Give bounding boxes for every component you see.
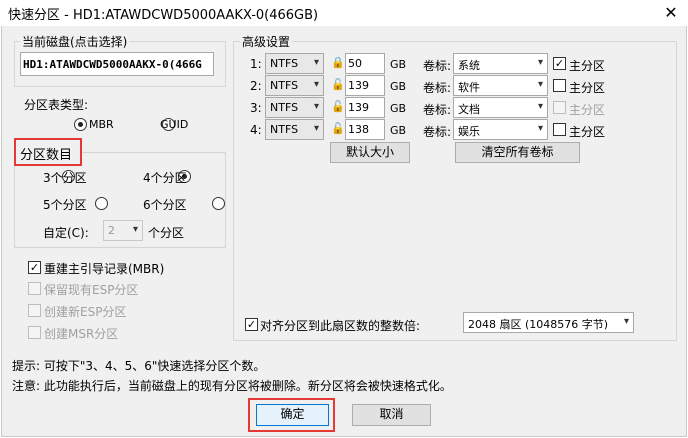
chevron-down-icon: ▾ xyxy=(537,57,543,68)
cancel-button[interactable]: 取消 xyxy=(352,404,431,426)
row-4-unit: GB xyxy=(390,124,407,137)
chevron-down-icon: ▾ xyxy=(537,79,543,90)
chevron-down-icon: ▾ xyxy=(537,123,543,134)
row-1-label-value: 系统 xyxy=(458,59,480,72)
chevron-down-icon: ▾ xyxy=(623,316,629,327)
row-1-label-select[interactable]: 系统 ▾ xyxy=(453,53,548,74)
row-1-vol-label: 卷标: xyxy=(423,59,452,73)
row-4-label-value: 娱乐 xyxy=(458,125,480,138)
rebuild-mbr-checkbox[interactable]: ✓ xyxy=(28,261,41,274)
custom-count-value: 2 xyxy=(108,224,115,237)
create-msr-checkbox[interactable] xyxy=(28,326,41,339)
warning-text: 注意: 此功能执行后，当前磁盘上的现有分区将被删除。新分区将会被快速格式化。 xyxy=(12,379,452,393)
guid-label[interactable]: GUID xyxy=(160,118,188,131)
lock-open-icon[interactable]: 🔓 xyxy=(331,122,345,135)
create-esp-checkbox[interactable] xyxy=(28,304,41,317)
align-label[interactable]: 对齐分区到此扇区数的整数倍: xyxy=(260,317,420,334)
align-select[interactable]: 2048 扇区 (1048576 字节) ▾ xyxy=(463,312,634,333)
row-3-label-select[interactable]: 文档 ▾ xyxy=(453,97,548,118)
row-4-fs-value: NTFS xyxy=(270,123,299,136)
row-3-size-input[interactable]: 139 xyxy=(345,97,385,118)
row-2-label-select[interactable]: 软件 ▾ xyxy=(453,75,548,96)
row-1-fs-select[interactable]: NTFS ▾ xyxy=(265,53,324,74)
row-2-primary-label[interactable]: 主分区 xyxy=(569,79,605,96)
row-2-vol-label: 卷标: xyxy=(423,81,452,95)
label-4-partitions[interactable]: 4个分区 xyxy=(143,169,187,186)
chevron-down-icon: ▾ xyxy=(313,57,319,68)
current-disk-selector[interactable]: HD1:ATAWDCWD5000AAKX-0(466G xyxy=(20,52,214,76)
chevron-down-icon: ▾ xyxy=(313,101,319,112)
mbr-radio[interactable] xyxy=(74,118,87,131)
row-4-index: 4: xyxy=(250,123,262,137)
row-2-label-value: 软件 xyxy=(458,81,480,94)
mbr-label[interactable]: MBR xyxy=(89,118,114,131)
default-size-button[interactable]: 默认大小 xyxy=(330,142,410,163)
lock-open-icon[interactable]: 🔓 xyxy=(331,100,345,113)
custom-count-suffix: 个分区 xyxy=(148,226,185,240)
chevron-down-icon: ▾ xyxy=(132,224,138,235)
chevron-down-icon: ▾ xyxy=(313,123,319,134)
lock-open-icon[interactable]: 🔓 xyxy=(331,78,345,91)
custom-count-select[interactable]: 2 ▾ xyxy=(103,220,143,241)
row-3-index: 3: xyxy=(250,101,262,115)
current-disk-legend: 当前磁盘(点击选择) xyxy=(20,33,130,50)
row-3-primary-checkbox[interactable] xyxy=(553,101,566,114)
row-1-unit: GB xyxy=(390,58,407,71)
row-1-size-input[interactable]: 50 xyxy=(345,53,385,74)
row-2-size-input[interactable]: 139 xyxy=(345,75,385,96)
row-2-index: 2: xyxy=(250,79,262,93)
row-4-vol-label: 卷标: xyxy=(423,125,452,139)
row-4-primary-checkbox[interactable] xyxy=(553,123,566,136)
rebuild-mbr-label[interactable]: 重建主引导记录(MBR) xyxy=(44,260,164,277)
row-1-primary-label[interactable]: 主分区 xyxy=(569,57,605,74)
row-3-fs-select[interactable]: NTFS ▾ xyxy=(265,97,324,118)
row-2-fs-select[interactable]: NTFS ▾ xyxy=(265,75,324,96)
row-4-size-input[interactable]: 138 xyxy=(345,119,385,140)
row-1-index: 1: xyxy=(250,57,262,71)
row-2-unit: GB xyxy=(390,80,407,93)
row-3-label-value: 文档 xyxy=(458,103,480,116)
row-3-fs-value: NTFS xyxy=(270,101,299,114)
row-4-primary-label[interactable]: 主分区 xyxy=(569,123,605,140)
advanced-legend: 高级设置 xyxy=(240,33,293,50)
row-3-primary-label[interactable]: 主分区 xyxy=(569,101,605,118)
label-custom[interactable]: 自定(C): xyxy=(43,224,89,241)
chevron-down-icon: ▾ xyxy=(537,101,543,112)
row-1-primary-checkbox[interactable]: ✓ xyxy=(553,57,566,70)
window-title: 快速分区 - HD1:ATAWDCWD5000AAKX-0(466GB) xyxy=(8,8,319,23)
row-4-fs-select[interactable]: NTFS ▾ xyxy=(265,119,324,140)
keep-esp-label[interactable]: 保留现有ESP分区 xyxy=(44,281,138,298)
label-6-partitions[interactable]: 6个分区 xyxy=(143,196,187,213)
label-3-partitions[interactable]: 3个分区 xyxy=(43,169,87,186)
close-icon[interactable]: ✕ xyxy=(660,2,682,24)
ok-button[interactable]: 确定 xyxy=(256,404,329,426)
lock-closed-icon[interactable]: 🔒 xyxy=(331,56,345,69)
row-4-label-select[interactable]: 娱乐 ▾ xyxy=(453,119,548,140)
create-esp-label[interactable]: 创建新ESP分区 xyxy=(44,303,126,320)
create-msr-label[interactable]: 创建MSR分区 xyxy=(44,325,118,342)
row-3-unit: GB xyxy=(390,102,407,115)
row-3-vol-label: 卷标: xyxy=(423,103,452,117)
row-2-primary-checkbox[interactable] xyxy=(553,79,566,92)
align-checkbox[interactable]: ✓ xyxy=(245,318,258,331)
hint-text: 提示: 可按下"3、4、5、6"快速选择分区个数。 xyxy=(12,359,266,373)
row-2-fs-value: NTFS xyxy=(270,79,299,92)
align-value: 2048 扇区 (1048576 字节) xyxy=(468,318,609,331)
chevron-down-icon: ▾ xyxy=(313,79,319,90)
partition-count-legend: 分区数目 xyxy=(14,138,82,166)
clear-labels-button[interactable]: 清空所有卷标 xyxy=(455,142,580,163)
row-1-fs-value: NTFS xyxy=(270,57,299,70)
keep-esp-checkbox[interactable] xyxy=(28,282,41,295)
partition-table-label: 分区表类型: xyxy=(24,98,89,112)
label-5-partitions[interactable]: 5个分区 xyxy=(43,196,87,213)
